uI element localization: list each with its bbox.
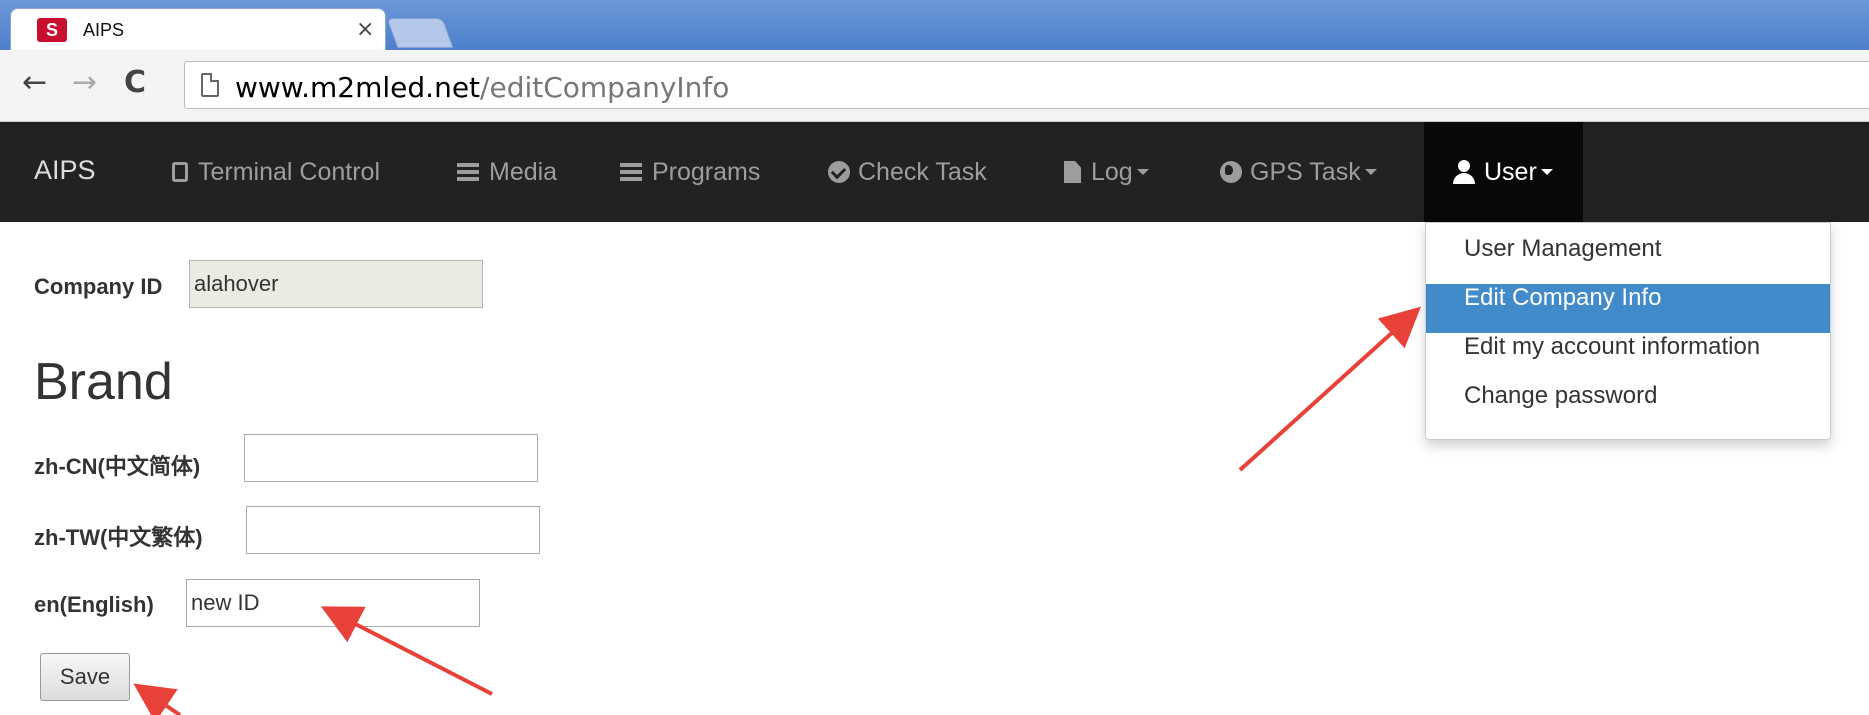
- menu-item-edit-account[interactable]: Edit my account information: [1426, 333, 1830, 382]
- new-tab-button[interactable]: [386, 18, 454, 48]
- caret-down-icon: [1136, 169, 1149, 175]
- menu-item-edit-company-info[interactable]: Edit Company Info: [1426, 284, 1830, 333]
- nav-label: Check Task: [858, 157, 987, 186]
- nav-media[interactable]: Media: [457, 122, 557, 222]
- browser-tab-strip: S AIPS ×: [0, 0, 1869, 50]
- page-icon: [201, 73, 219, 97]
- nav-gps-task[interactable]: GPS Task: [1220, 122, 1377, 222]
- menu-item-change-password[interactable]: Change password: [1426, 382, 1830, 431]
- company-id-label: Company ID: [34, 274, 163, 299]
- brand-heading: Brand: [34, 353, 173, 411]
- zh-tw-input[interactable]: [246, 506, 540, 554]
- forward-arrow-icon[interactable]: →: [72, 66, 97, 100]
- tab-title: AIPS: [83, 20, 125, 40]
- nav-label: GPS Task: [1250, 157, 1361, 186]
- nav-terminal-control[interactable]: Terminal Control: [172, 122, 380, 222]
- en-input[interactable]: [186, 579, 480, 627]
- user-dropdown-menu: User Management Edit Company Info Edit m…: [1425, 222, 1831, 440]
- reload-icon[interactable]: C: [124, 66, 146, 100]
- address-bar[interactable]: www.m2mled.net/editCompanyInfo: [184, 61, 1869, 109]
- nav-label: Terminal Control: [198, 157, 381, 186]
- check-circle-icon: [828, 161, 850, 183]
- zh-tw-label: zh-TW(中文繁体): [34, 525, 203, 550]
- zh-cn-label: zh-CN(中文简体): [34, 454, 201, 479]
- nav-label: User: [1484, 157, 1537, 186]
- caret-down-icon: [1364, 169, 1377, 175]
- nav-log[interactable]: Log: [1064, 122, 1149, 222]
- brand-logo[interactable]: AIPS: [34, 155, 96, 186]
- site-favicon-icon: S: [37, 18, 67, 42]
- url-host: www.m2mled.net: [235, 71, 481, 104]
- back-arrow-icon[interactable]: ←: [22, 66, 47, 100]
- browser-tab[interactable]: S AIPS ×: [10, 8, 386, 50]
- en-label: en(English): [34, 592, 154, 617]
- tablet-icon: [172, 162, 188, 182]
- nav-check-task[interactable]: Check Task: [828, 122, 987, 222]
- globe-icon: [1220, 161, 1242, 183]
- save-button[interactable]: Save: [40, 653, 130, 701]
- hdd-icon: [457, 163, 479, 181]
- tab-close-icon[interactable]: ×: [356, 17, 374, 42]
- nav-user[interactable]: User: [1424, 122, 1583, 222]
- user-icon: [1452, 160, 1476, 184]
- list-icon: [620, 163, 642, 181]
- menu-item-user-management[interactable]: User Management: [1426, 235, 1830, 284]
- zh-cn-input[interactable]: [244, 434, 538, 482]
- nav-label: Programs: [652, 157, 761, 186]
- nav-programs[interactable]: Programs: [620, 122, 760, 222]
- app-navbar: AIPS Terminal Control Media Programs Che…: [0, 122, 1869, 222]
- caret-down-icon: [1540, 169, 1553, 175]
- arrow-to-save-button: [133, 683, 182, 715]
- browser-toolbar: ← → C www.m2mled.net/editCompanyInfo: [0, 50, 1869, 122]
- url-path: /editCompanyInfo: [480, 71, 730, 104]
- nav-label: Log: [1091, 157, 1133, 186]
- arrow-to-edit-company-info: [1238, 306, 1421, 472]
- company-id-input[interactable]: [189, 260, 483, 308]
- url-text[interactable]: www.m2mled.net/editCompanyInfo: [235, 71, 729, 104]
- nav-label: Media: [489, 157, 558, 186]
- file-icon: [1064, 161, 1081, 183]
